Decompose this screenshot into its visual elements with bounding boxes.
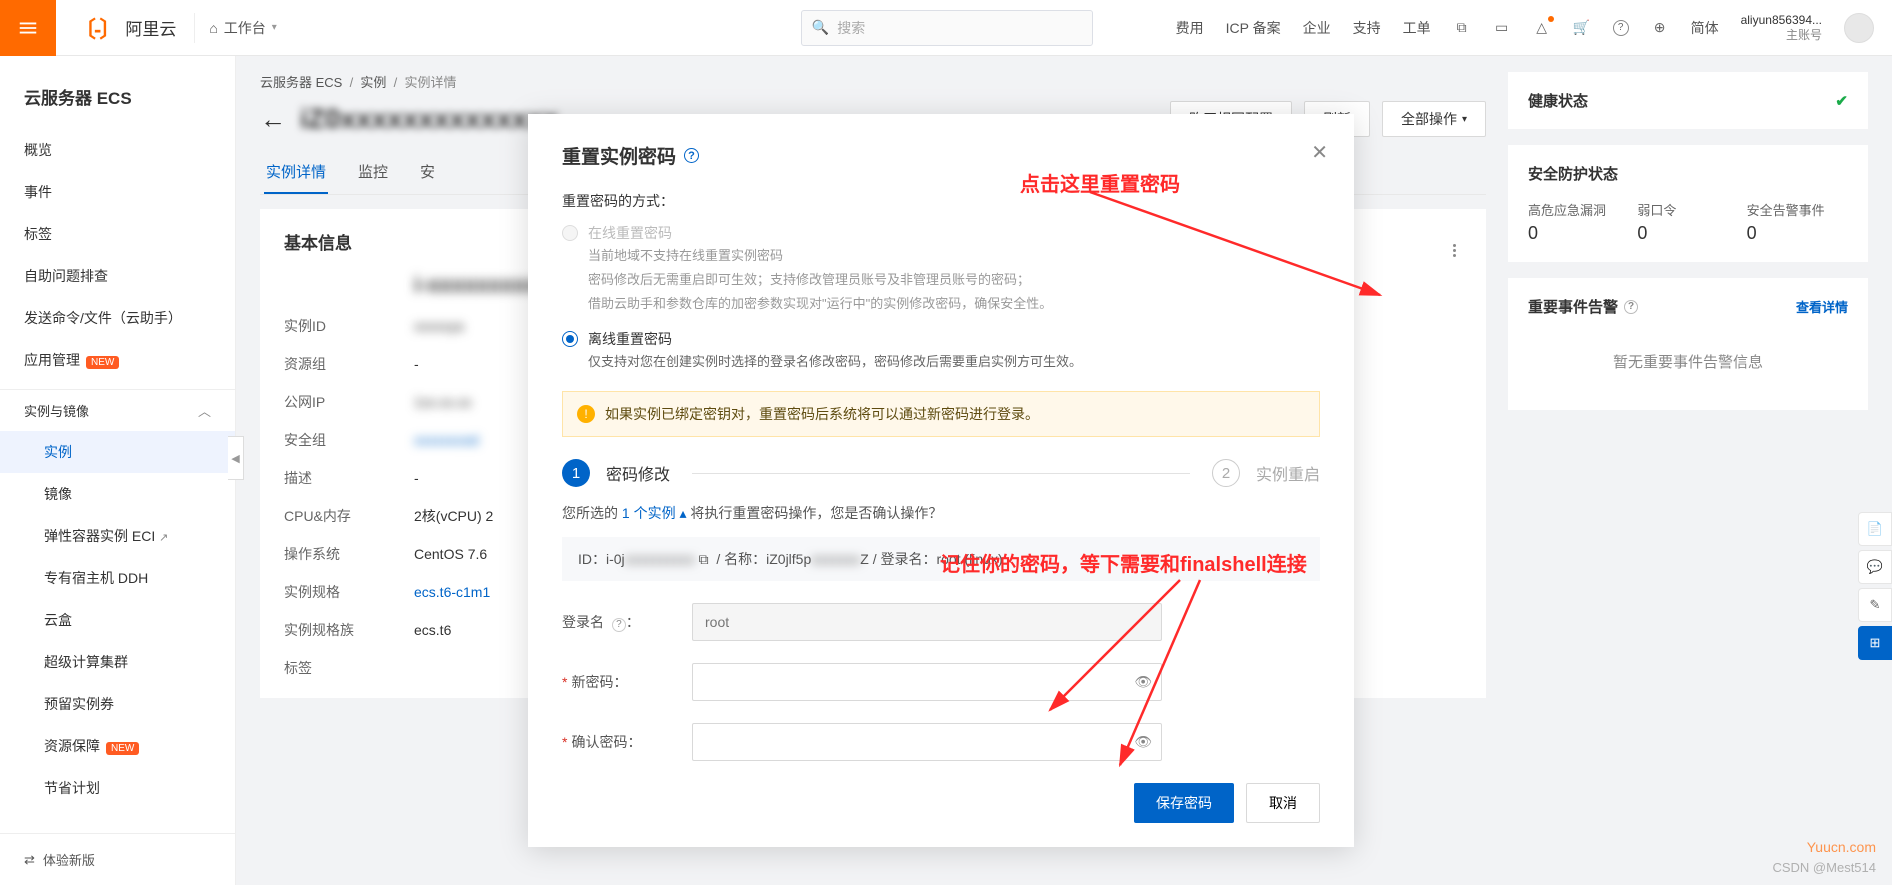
radio-offline-desc: 仅支持对您在创建实例时选择的登录名修改密码，密码修改后需要重启实例方可生效。 (588, 351, 1082, 373)
reset-password-modal: ✕ 重置实例密码 ? 重置密码的方式： 在线重置密码 当前地域不支持在线重置实例… (528, 114, 1354, 847)
help-icon[interactable]: ? (612, 618, 626, 632)
info-text: 如果实例已绑定密钥对，重置密码后系统将可以通过新密码进行登录。 (605, 404, 1039, 424)
step-2-label: 实例重启 (1256, 461, 1320, 485)
cancel-button[interactable]: 取消 (1246, 783, 1320, 823)
radio-offline-label: 离线重置密码 (588, 329, 1082, 349)
radio-offline[interactable] (562, 331, 578, 347)
selected-instance-box: ID：i-0jxxxxxxxxxx ⧉ / 名称：iZ0jlf5pxxxxxxx… (562, 537, 1320, 581)
info-box: ! 如果实例已绑定密钥对，重置密码后系统将可以通过新密码进行登录。 (562, 391, 1320, 437)
radio-online (562, 225, 578, 241)
step-1-label: 密码修改 (606, 461, 670, 485)
step-1-number: 1 (562, 459, 590, 487)
modal-title: 重置实例密码 (562, 142, 676, 169)
warning-icon: ! (577, 405, 595, 423)
confirm-password-input[interactable] (692, 723, 1162, 761)
mode-label: 重置密码的方式： (562, 191, 1320, 211)
radio-online-desc3: 借助云助手和参数仓库的加密参数实现对"运行中"的实例修改密码，确保安全性。 (588, 293, 1052, 315)
newpwd-label: 新密码 (571, 674, 613, 690)
radio-online-desc1: 当前地域不支持在线重置实例密码 (588, 245, 1052, 267)
eye-icon[interactable]: 👁 (1134, 674, 1152, 691)
new-password-input[interactable] (692, 663, 1162, 701)
step-2-number: 2 (1212, 459, 1240, 487)
eye-icon[interactable]: 👁 (1134, 734, 1152, 751)
login-input (692, 603, 1162, 641)
steps: 1 密码修改 2 实例重启 (562, 459, 1320, 487)
wm-csdn: CSDN @Mest514 (1772, 858, 1876, 878)
radio-online-desc2: 密码修改后无需重启即可生效；支持修改管理员账号及非管理员账号的密码； (588, 269, 1052, 291)
save-password-button[interactable]: 保存密码 (1134, 783, 1234, 823)
watermarks: Yuucn.com CSDN @Mest514 (1772, 837, 1876, 878)
confirmpwd-label: 确认密码 (571, 734, 627, 750)
wm-brand: Yuucn.com (1772, 837, 1876, 858)
confirm-text: 您所选的 1 个实例 ▴ 将执行重置密码操作，您是否确认操作？ (562, 503, 1320, 523)
login-label: 登录名 (562, 614, 604, 630)
close-icon[interactable]: ✕ (1311, 140, 1328, 165)
help-icon[interactable]: ? (684, 148, 699, 163)
radio-online-label: 在线重置密码 (588, 223, 1052, 243)
copy-icon[interactable]: ⧉ (699, 551, 709, 567)
